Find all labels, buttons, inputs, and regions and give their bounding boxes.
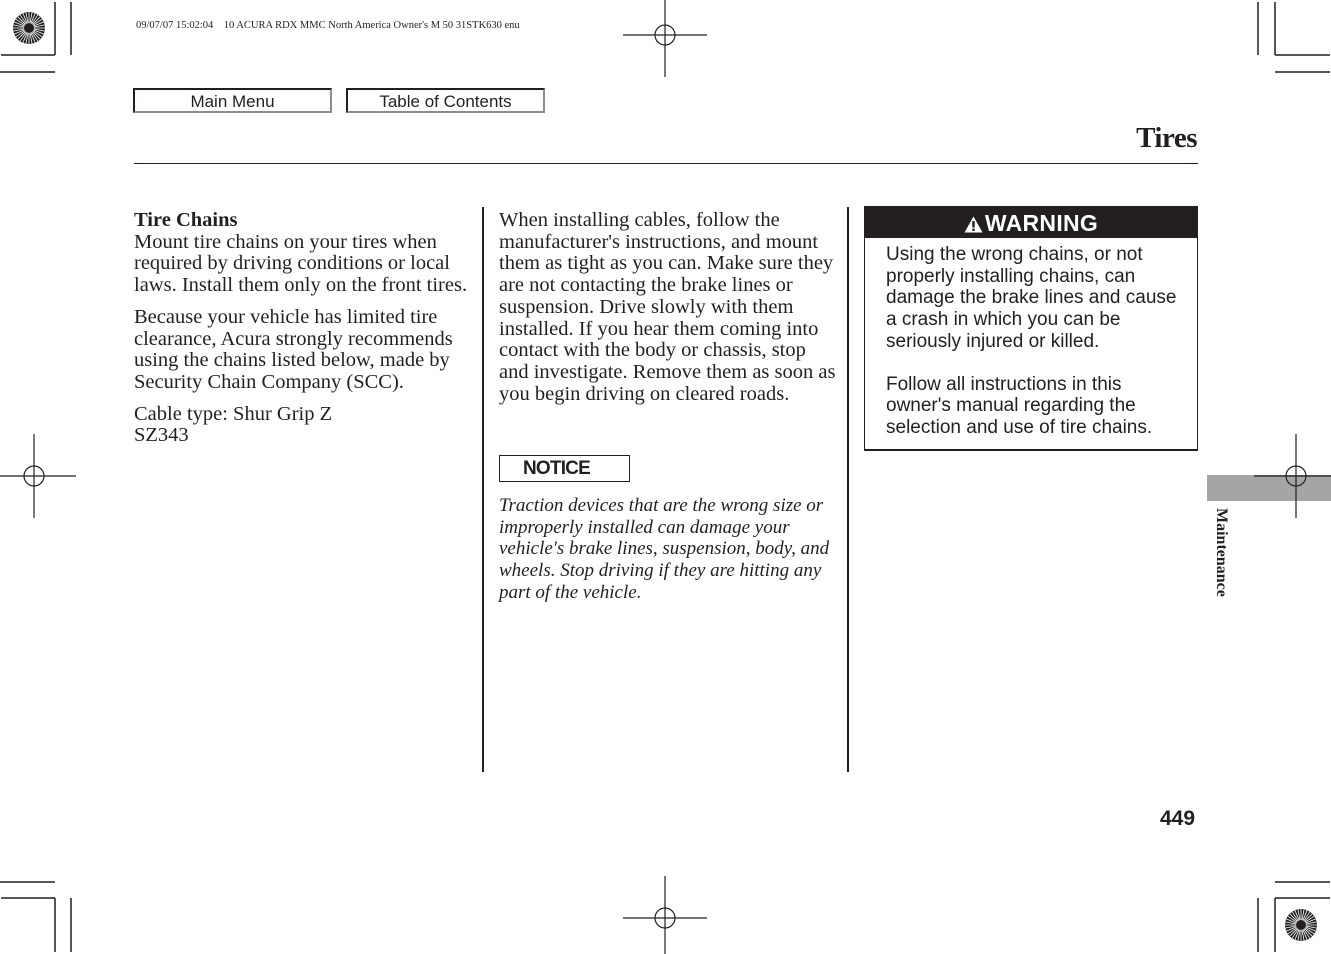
registration-crosshair-icon xyxy=(622,0,708,78)
registration-crosshair-icon xyxy=(622,875,708,954)
registration-crosshair-icon xyxy=(0,433,77,519)
warning-box: WARNING Using the wrong chains, or not p… xyxy=(864,206,1198,451)
warning-paragraph: Using the wrong chains, or not properly … xyxy=(886,244,1177,352)
registration-star-icon xyxy=(1284,908,1318,942)
warning-triangle-icon xyxy=(964,216,983,233)
notice-text: Traction devices that are the wrong size… xyxy=(499,495,830,603)
warning-header: WARNING xyxy=(865,207,1197,238)
warning-paragraph: Follow all instructions in this owner's … xyxy=(886,373,1153,438)
column-divider xyxy=(847,207,849,772)
paragraph: When installing cables, follow the manuf… xyxy=(499,209,836,405)
warning-label: WARNING xyxy=(984,210,1099,236)
registration-crosshair-icon xyxy=(1254,434,1331,518)
section-tab-label[interactable]: Maintenance xyxy=(1212,508,1230,597)
page-title: Tires xyxy=(1136,122,1197,154)
cable-model: SZ343 xyxy=(134,424,189,447)
table-of-contents-button[interactable]: Table of Contents xyxy=(346,88,545,113)
section-heading: Tire Chains xyxy=(134,209,238,231)
page-number: 449 xyxy=(1160,807,1196,830)
cable-type: Cable type: Shur Grip Z xyxy=(134,402,333,425)
paragraph: Because your vehicle has limited tire cl… xyxy=(134,305,453,393)
column-divider xyxy=(482,207,484,772)
notice-label: NOTICE xyxy=(499,455,630,482)
print-header: 09/07/07 15:02:04 10 ACURA RDX MMC North… xyxy=(136,20,520,31)
registration-star-icon xyxy=(12,11,46,45)
paragraph: Mount tire chains on your tires when req… xyxy=(134,230,468,297)
warning-body: Using the wrong chains, or not properly … xyxy=(865,238,1197,439)
title-divider xyxy=(134,163,1198,164)
column-installation: When installing cables, follow the manuf… xyxy=(499,209,839,405)
column-tire-chains: Tire Chains Mount tire chains on your ti… xyxy=(134,209,474,447)
print-crop-marks xyxy=(0,0,1330,954)
main-menu-button[interactable]: Main Menu xyxy=(133,88,332,113)
